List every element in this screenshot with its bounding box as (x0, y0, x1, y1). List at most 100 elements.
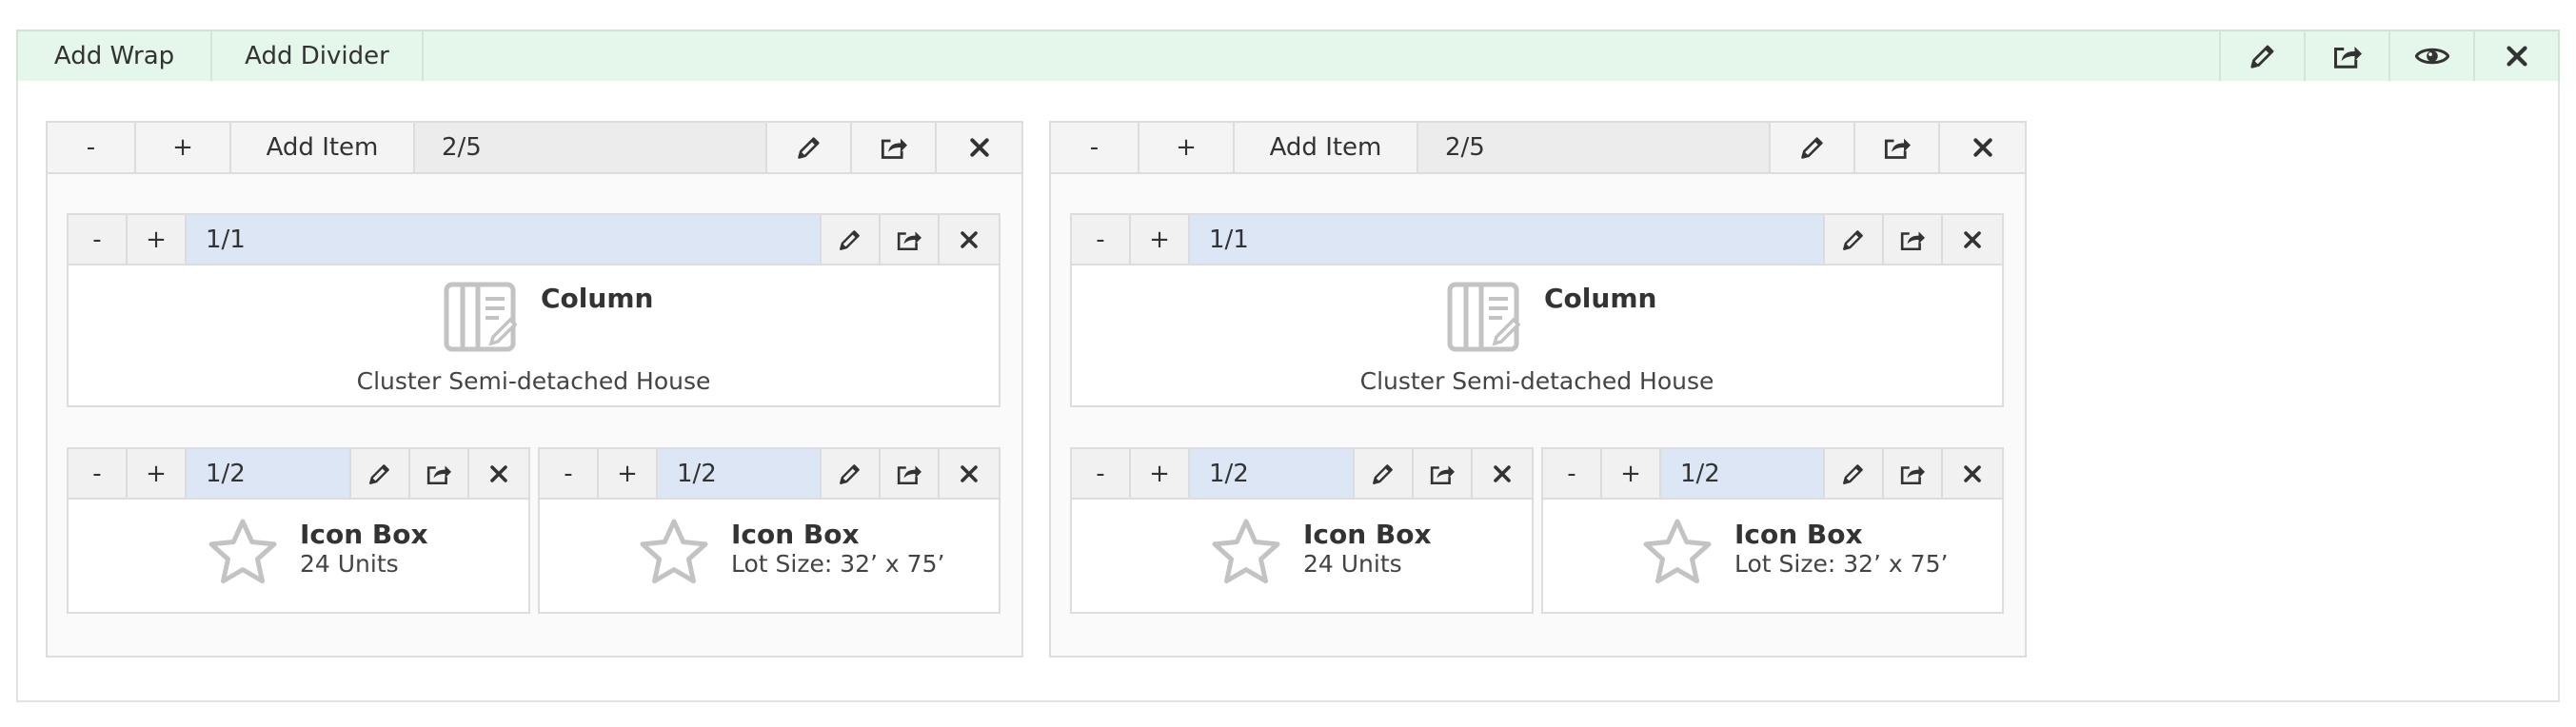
wrap-edit-button[interactable] (2219, 31, 2304, 81)
close-icon (1972, 138, 1992, 157)
row-minus-button[interactable]: - (1051, 123, 1139, 172)
column-edit-button[interactable] (1825, 215, 1884, 264)
icon-box-subtitle: Lot Size: 32’ x 75’ (1734, 550, 1949, 578)
row-export-button[interactable] (1855, 123, 1940, 172)
add-item-button[interactable]: Add Item (231, 123, 415, 172)
add-item-button[interactable]: Add Item (1235, 123, 1418, 172)
share-icon (426, 464, 451, 484)
column-size-label: 1/1 (1190, 215, 1825, 264)
share-icon (897, 230, 921, 250)
share-icon (881, 138, 907, 159)
column-plus-button[interactable]: + (1131, 215, 1190, 264)
column-export-button[interactable] (1884, 215, 1943, 264)
icon-box-export-button[interactable] (410, 449, 469, 498)
row-toolbar: - + Add Item 2/5 (1049, 121, 2027, 174)
close-icon (1964, 230, 1981, 248)
wrap-toolbar: Add Wrap Add Divider (16, 29, 2560, 83)
icon-box-toolbar: - + 1/2 (540, 449, 999, 500)
row-export-button[interactable] (852, 123, 937, 172)
column-size-label: 1/1 (187, 215, 822, 264)
icon-box-size-label: 1/2 (1190, 449, 1355, 498)
icon-box-delete-button[interactable] (1473, 449, 1532, 498)
row-size-label: 2/5 (415, 123, 767, 172)
icon-box-toolbar: - + 1/2 (69, 449, 528, 500)
column-title: Column (541, 283, 654, 314)
icon-box-edit-button[interactable] (1825, 449, 1884, 498)
pencil-icon (2249, 45, 2273, 69)
share-icon (2333, 47, 2362, 69)
icon-box-plus-button[interactable]: + (1131, 449, 1190, 498)
row-plus-button[interactable]: + (136, 123, 231, 172)
row-edit-button[interactable] (1771, 123, 1855, 172)
column-plus-button[interactable]: + (128, 215, 187, 264)
icon-box-edit-button[interactable] (351, 449, 410, 498)
row-delete-button[interactable] (1940, 123, 2025, 172)
column-layout-icon (1447, 282, 1521, 352)
wrap-preview-button[interactable] (2388, 31, 2473, 81)
share-icon (1900, 464, 1925, 484)
row-size-label: 2/5 (1418, 123, 1771, 172)
icon-box-size-label: 1/2 (1661, 449, 1825, 498)
star-icon (208, 519, 277, 584)
row-delete-button[interactable] (937, 123, 1021, 172)
icon-box-title: Icon Box (1734, 519, 1863, 550)
star-icon (640, 519, 708, 584)
icon-box-minus-button[interactable]: - (1543, 449, 1602, 498)
pencil-icon (1800, 137, 1823, 159)
wrap-export-button[interactable] (2304, 31, 2388, 81)
icon-box-plus-button[interactable]: + (1602, 449, 1661, 498)
icon-box-minus-button[interactable]: - (69, 449, 128, 498)
pencil-icon (1843, 229, 1863, 250)
icon-box-edit-button[interactable] (822, 449, 881, 498)
pencil-icon (1843, 463, 1863, 484)
icon-box-edit-button[interactable] (1355, 449, 1414, 498)
close-icon (1494, 464, 1511, 482)
column-delete-button[interactable] (940, 215, 999, 264)
column-export-button[interactable] (881, 215, 940, 264)
icon-box-toolbar: - + 1/2 (1072, 449, 1532, 500)
column-layout-icon (444, 282, 518, 352)
row-edit-button[interactable] (767, 123, 852, 172)
pencil-icon (369, 463, 389, 484)
pencil-icon (1373, 463, 1393, 484)
close-icon (2506, 46, 2527, 67)
icon-box-export-button[interactable] (1414, 449, 1473, 498)
icon-box-subtitle: 24 Units (300, 550, 399, 578)
icon-box-delete-button[interactable] (1943, 449, 2002, 498)
wrap-delete-button[interactable] (2473, 31, 2558, 81)
close-icon (1964, 464, 1981, 482)
icon-box-plus-button[interactable]: + (128, 449, 187, 498)
icon-box-title: Icon Box (300, 519, 428, 550)
icon-box-export-button[interactable] (1884, 449, 1943, 498)
add-wrap-button[interactable]: Add Wrap (18, 31, 212, 81)
icon-box-toolbar: - + 1/2 (1543, 449, 2002, 500)
row-plus-button[interactable]: + (1139, 123, 1235, 172)
pencil-icon (797, 137, 820, 159)
icon-box-minus-button[interactable]: - (540, 449, 599, 498)
share-icon (1430, 464, 1455, 484)
icon-box-title: Icon Box (731, 519, 860, 550)
star-icon (1212, 519, 1280, 584)
pencil-icon (840, 229, 860, 250)
star-icon (1643, 519, 1712, 584)
icon-box-export-button[interactable] (881, 449, 940, 498)
column-delete-button[interactable] (1943, 215, 2002, 264)
column-edit-button[interactable] (822, 215, 881, 264)
icon-box-size-label: 1/2 (658, 449, 822, 498)
wrap-toolbar-spacer (424, 31, 2219, 81)
icon-box-title: Icon Box (1303, 519, 1432, 550)
column-toolbar: - + 1/1 (1072, 215, 2002, 265)
icon-box-delete-button[interactable] (469, 449, 528, 498)
icon-box-element[interactable]: - + 1/2 (67, 447, 530, 614)
column-subtitle: Cluster Semi-detached House (356, 367, 711, 395)
column-minus-button[interactable]: - (69, 215, 128, 264)
icon-box-delete-button[interactable] (940, 449, 999, 498)
share-icon (1884, 138, 1911, 159)
share-icon (1900, 230, 1925, 250)
row-minus-button[interactable]: - (48, 123, 136, 172)
icon-box-minus-button[interactable]: - (1072, 449, 1131, 498)
add-divider-button[interactable]: Add Divider (212, 31, 424, 81)
column-minus-button[interactable]: - (1072, 215, 1131, 264)
icon-box-plus-button[interactable]: + (599, 449, 658, 498)
icon-box-element[interactable]: - + 1/2 (1070, 447, 1534, 614)
